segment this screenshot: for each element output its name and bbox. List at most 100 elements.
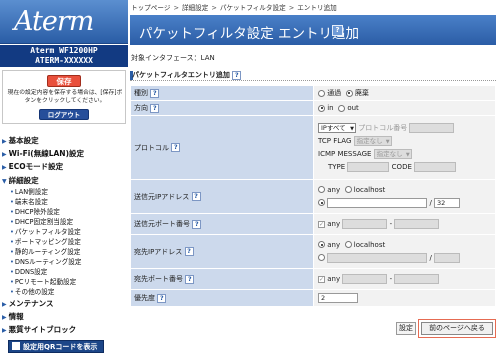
direction-out-radio[interactable] [338,104,346,112]
back-button-label: 前のページへ戻る [421,322,493,335]
submenu-label: パケットフィルタ設定 [14,228,81,236]
arrow-right-icon: ▶ [2,301,7,308]
help-icon[interactable]: ? [192,219,202,229]
label-text: 送信元IPアドレス [134,192,190,201]
menu-label: ECOモード設定 [8,162,64,171]
help-icon[interactable]: ? [150,103,160,113]
type-pass-radio[interactable] [318,89,325,97]
radio-label: any [327,240,341,249]
bullet-icon: • [10,268,14,276]
submenu-lan[interactable]: •LAN側設定 [10,186,48,196]
breadcrumb-detail[interactable]: 詳細設定 [182,4,208,12]
submenu-static-routing[interactable]: •静的ルーティング設定 [10,246,80,256]
menu-maintenance[interactable]: ▶ メンテナンス [2,298,53,309]
protocol-number-input[interactable] [409,122,455,133]
set-button[interactable]: 設定 [396,322,416,335]
menu-basic[interactable]: ▶ 基本設定 [2,135,39,146]
menu-detail[interactable]: ▼ 詳細設定 [2,175,39,186]
submenu-dns-routing[interactable]: •DNSルーティング設定 [10,256,81,266]
menu-info[interactable]: ▶ 情報 [2,311,24,322]
aterm-logo: Aterm [0,0,128,44]
bullet-icon: • [10,278,14,286]
help-icon[interactable]: ? [184,247,194,256]
direction-in-radio[interactable] [318,104,325,112]
dst-port-value: ✓ any - [313,268,496,290]
device-id: ATERM-XXXXXX [35,56,93,65]
submenu-pc-remote[interactable]: •PCリモート起動設定 [10,276,76,286]
bullet-icon: • [10,218,14,226]
logout-button[interactable]: ログアウト [39,109,89,120]
menu-eco[interactable]: ▶ ECOモード設定 [2,161,63,172]
help-icon[interactable]: ? [171,143,181,152]
label-text: プロトコル [134,143,169,152]
dst-ip-custom-radio[interactable] [318,254,325,261]
submenu-label: その他の設定 [14,288,55,296]
help-icon[interactable]: ? [232,70,242,80]
submenu-ddns[interactable]: •DDNS設定 [10,266,47,276]
type-discard-radio[interactable] [345,89,353,97]
submenu-terminal-name[interactable]: •端末名設定 [10,196,48,206]
breadcrumb-top[interactable]: トップページ [131,4,170,12]
tcp-flag-select[interactable]: 指定なし ▼ [353,135,392,146]
menu-site-block[interactable]: ▶ 悪質サイトブロック [2,324,76,335]
icmp-select[interactable]: 指定なし ▼ [373,148,412,159]
dst-port-label: 宛先ポート番号 ? [130,268,314,290]
help-icon[interactable]: ? [332,25,343,36]
src-ip-any-radio[interactable] [318,186,325,193]
radio-label: localhost [353,240,386,249]
menu-label: 詳細設定 [8,176,39,185]
row-src-port: 送信元ポート番号 ? ✓ any - [130,213,496,235]
help-icon[interactable]: ? [185,274,195,284]
help-icon[interactable]: ? [191,192,201,201]
icmp-type-input[interactable] [347,161,390,172]
src-ip-custom-radio[interactable] [318,199,325,206]
submenu-dhcp-fixed[interactable]: •DHCP固定割当設定 [10,216,73,226]
back-button[interactable]: 前のページへ戻る [418,319,496,338]
menu-wifi[interactable]: ▶ Wi-Fi(無線LAN)設定 [2,148,84,159]
protocol-select[interactable]: IPすべて ▼ [318,122,356,133]
submenu-label: 静的ルーティング設定 [14,248,81,256]
checkbox-label: any [327,275,341,283]
src-port-label: 送信元ポート番号 ? [130,213,314,235]
save-button[interactable]: 保存 [47,75,81,87]
src-ip-input[interactable] [327,197,428,208]
icmp-code-input[interactable] [414,161,457,172]
tcp-flag-value: 指定なし [356,136,383,145]
dst-ip-any-radio[interactable] [318,241,325,248]
src-ip-localhost-radio[interactable] [344,186,352,193]
submenu-dhcp-exclude[interactable]: •DHCP除外設定 [10,206,60,216]
section-header: パケットフィルタエントリ追加 ? [130,70,496,81]
bullet-icon: • [10,248,14,256]
chevron-down-icon: ▼ [385,138,390,145]
row-dst-port: 宛先ポート番号 ? ✓ any - [130,268,496,290]
radio-label: localhost [353,185,386,194]
protocol-value: IPすべて ▼ プロトコル番号 TCP FLAG 指定なし ▼ ICMP MESSA… [313,115,496,180]
interface-label: 対象インタフェース：LAN [131,54,215,62]
dst-ip-input[interactable] [327,252,428,263]
dst-port-to-input[interactable] [394,274,440,284]
help-icon[interactable]: ? [150,88,160,98]
protocol-label: プロトコル ? [130,115,314,180]
src-ip-mask-input[interactable]: 32 [434,197,461,208]
dst-ip-mask-input[interactable] [434,252,461,263]
checkbox-label: any [327,220,341,228]
priority-input[interactable]: 2 [318,293,358,303]
qr-code-icon [12,342,20,350]
src-ip-label: 送信元IPアドレス ? [130,179,314,214]
src-port-any-checkbox[interactable]: ✓ [318,220,325,228]
submenu-other[interactable]: •その他の設定 [10,286,54,296]
submenu-label: 端末名設定 [14,198,48,206]
help-icon[interactable]: ? [157,293,167,303]
type-label: 種別 ? [130,85,314,101]
submenu-port-mapping[interactable]: •ポートマッピング設定 [10,236,81,246]
dst-port-any-checkbox[interactable]: ✓ [318,275,325,283]
menu-label: Wi-Fi(無線LAN)設定 [8,149,84,158]
dst-ip-localhost-radio[interactable] [344,241,352,248]
dst-port-from-input[interactable] [342,274,388,284]
qr-code-button[interactable]: 設定用QRコードを表示 [8,340,104,353]
src-port-to-input[interactable] [394,219,440,229]
row-src-ip: 送信元IPアドレス ? any localhost / 32 [130,179,496,214]
breadcrumb-packet-filter[interactable]: パケットフィルタ設定 [220,4,286,12]
submenu-packet-filter[interactable]: •パケットフィルタ設定 [10,226,81,236]
src-port-from-input[interactable] [342,219,388,229]
